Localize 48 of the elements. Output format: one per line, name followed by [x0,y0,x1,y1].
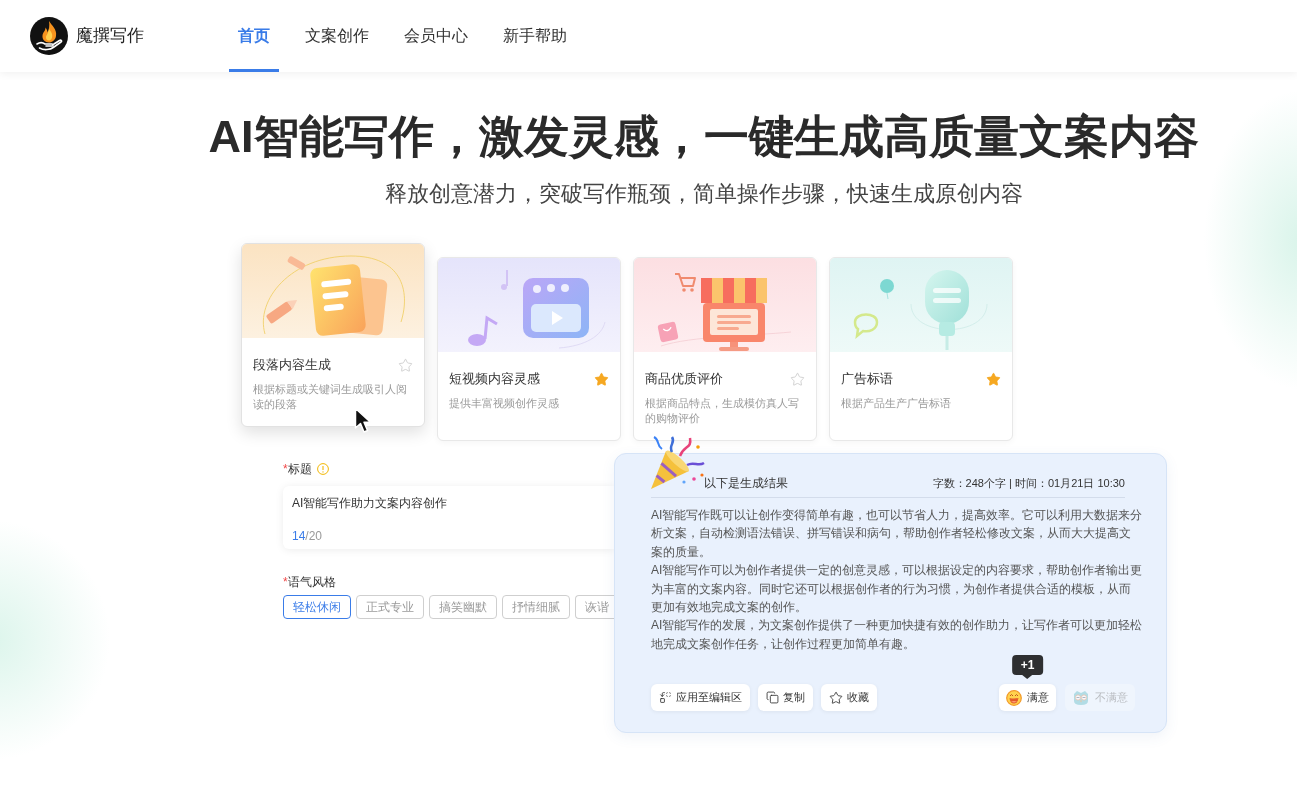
result-paragraph: AI智能写作可以为创作者提供一定的创意灵感，可以根据设定的内容要求，帮助创作者输出更为丰富的文案内容。同时它还可以根据创作者的行为习惯，为创作者提供合适的模板，从而更加有效地完成文案的创作。 [651,562,1143,617]
copy-icon [766,691,779,705]
action-button[interactable]: 复制 [758,684,813,712]
template-card[interactable]: 广告标语 根据产品生产广告标语 [829,257,1013,441]
count-tooltip: +1 [1011,655,1044,680]
result-paragraph: AI智能写作既可以让创作变得简单有趣，也可以节省人力，提高效率。它可以利用大数据来分析文案，自动检测语法错误、拼写错误和病句，帮助创作者轻松修改文案，从而大大提高文案的质量。 [651,507,1143,561]
hero-title: AI智能写作，激发灵感，一键生成高质量文案内容 [208,110,1199,164]
nav-tab[interactable]: 会员中心 [395,0,477,72]
card-description: 提供丰富视频创作灵感 [449,396,560,411]
card-title: 段落内容生成 [253,356,331,374]
title-input[interactable]: AI智能写作助力文案内容创作 14/20 [283,486,614,549]
action-button[interactable]: 收藏 [821,684,877,712]
laughing-face-icon [1006,689,1022,706]
card-description: 根据商品特点，生成模仿真人写的购物评价 [645,396,800,426]
result-meta: 字数：248个字 | 时间：01月21日 10:30 [932,475,1125,491]
result-paragraph: AI智能写作的发展，为文案创作提供了一种更加快捷有效的创作助力，让写作者可以更加轻松地完成文案创作任务，让创作过程更加简单有趣。 [651,617,1143,653]
owl-face-icon [1072,689,1090,706]
nav-tab[interactable]: 新手帮助 [494,0,576,72]
nav-tab[interactable]: 首页 [229,0,279,72]
star-icon [829,690,843,705]
required-mark: * [283,574,288,590]
template-card[interactable]: 商品优质评价 根据商品特点，生成模仿真人写的购物评价 [633,257,817,441]
star-icon[interactable] [790,371,805,387]
character-count: 14/20 [292,528,323,544]
tone-chip[interactable]: 轻松休闲 [283,595,351,619]
card-description: 根据产品生产广告标语 [841,396,952,411]
feedback-button[interactable]: 满意 [999,684,1056,712]
required-mark: * [283,461,288,477]
brand-name: 魔撰写作 [76,25,144,48]
field-label: 标题 [287,461,312,477]
hero-subtitle: 释放创意潜力，突破写作瓶颈，简单操作步骤，快速生成原创内容 [384,180,1023,208]
card-title: 短视频内容灵感 [449,370,540,388]
star-icon[interactable] [986,371,1001,387]
replace-icon [659,691,672,705]
template-card[interactable]: 段落内容生成 根据标题或关键词生成吸引人阅读的段落 [241,243,425,427]
card-title: 商品优质评价 [645,370,723,388]
card-description: 根据标题或关键词生成吸引人阅读的段落 [253,382,408,412]
star-icon[interactable] [594,371,609,387]
nav-tab[interactable]: 文案创作 [296,0,378,72]
field-label: 语气风格 [287,574,336,590]
alert-circle-icon [316,463,329,475]
action-button[interactable]: 应用至编辑区 [651,684,750,712]
star-icon[interactable] [398,357,413,373]
card-title: 广告标语 [841,370,893,388]
flame-logo-icon [30,17,68,55]
party-popper-icon [648,435,706,491]
result-heading: 以下是生成结果 [704,475,788,492]
template-card[interactable]: 短视频内容灵感 提供丰富视频创作灵感 [437,257,621,441]
